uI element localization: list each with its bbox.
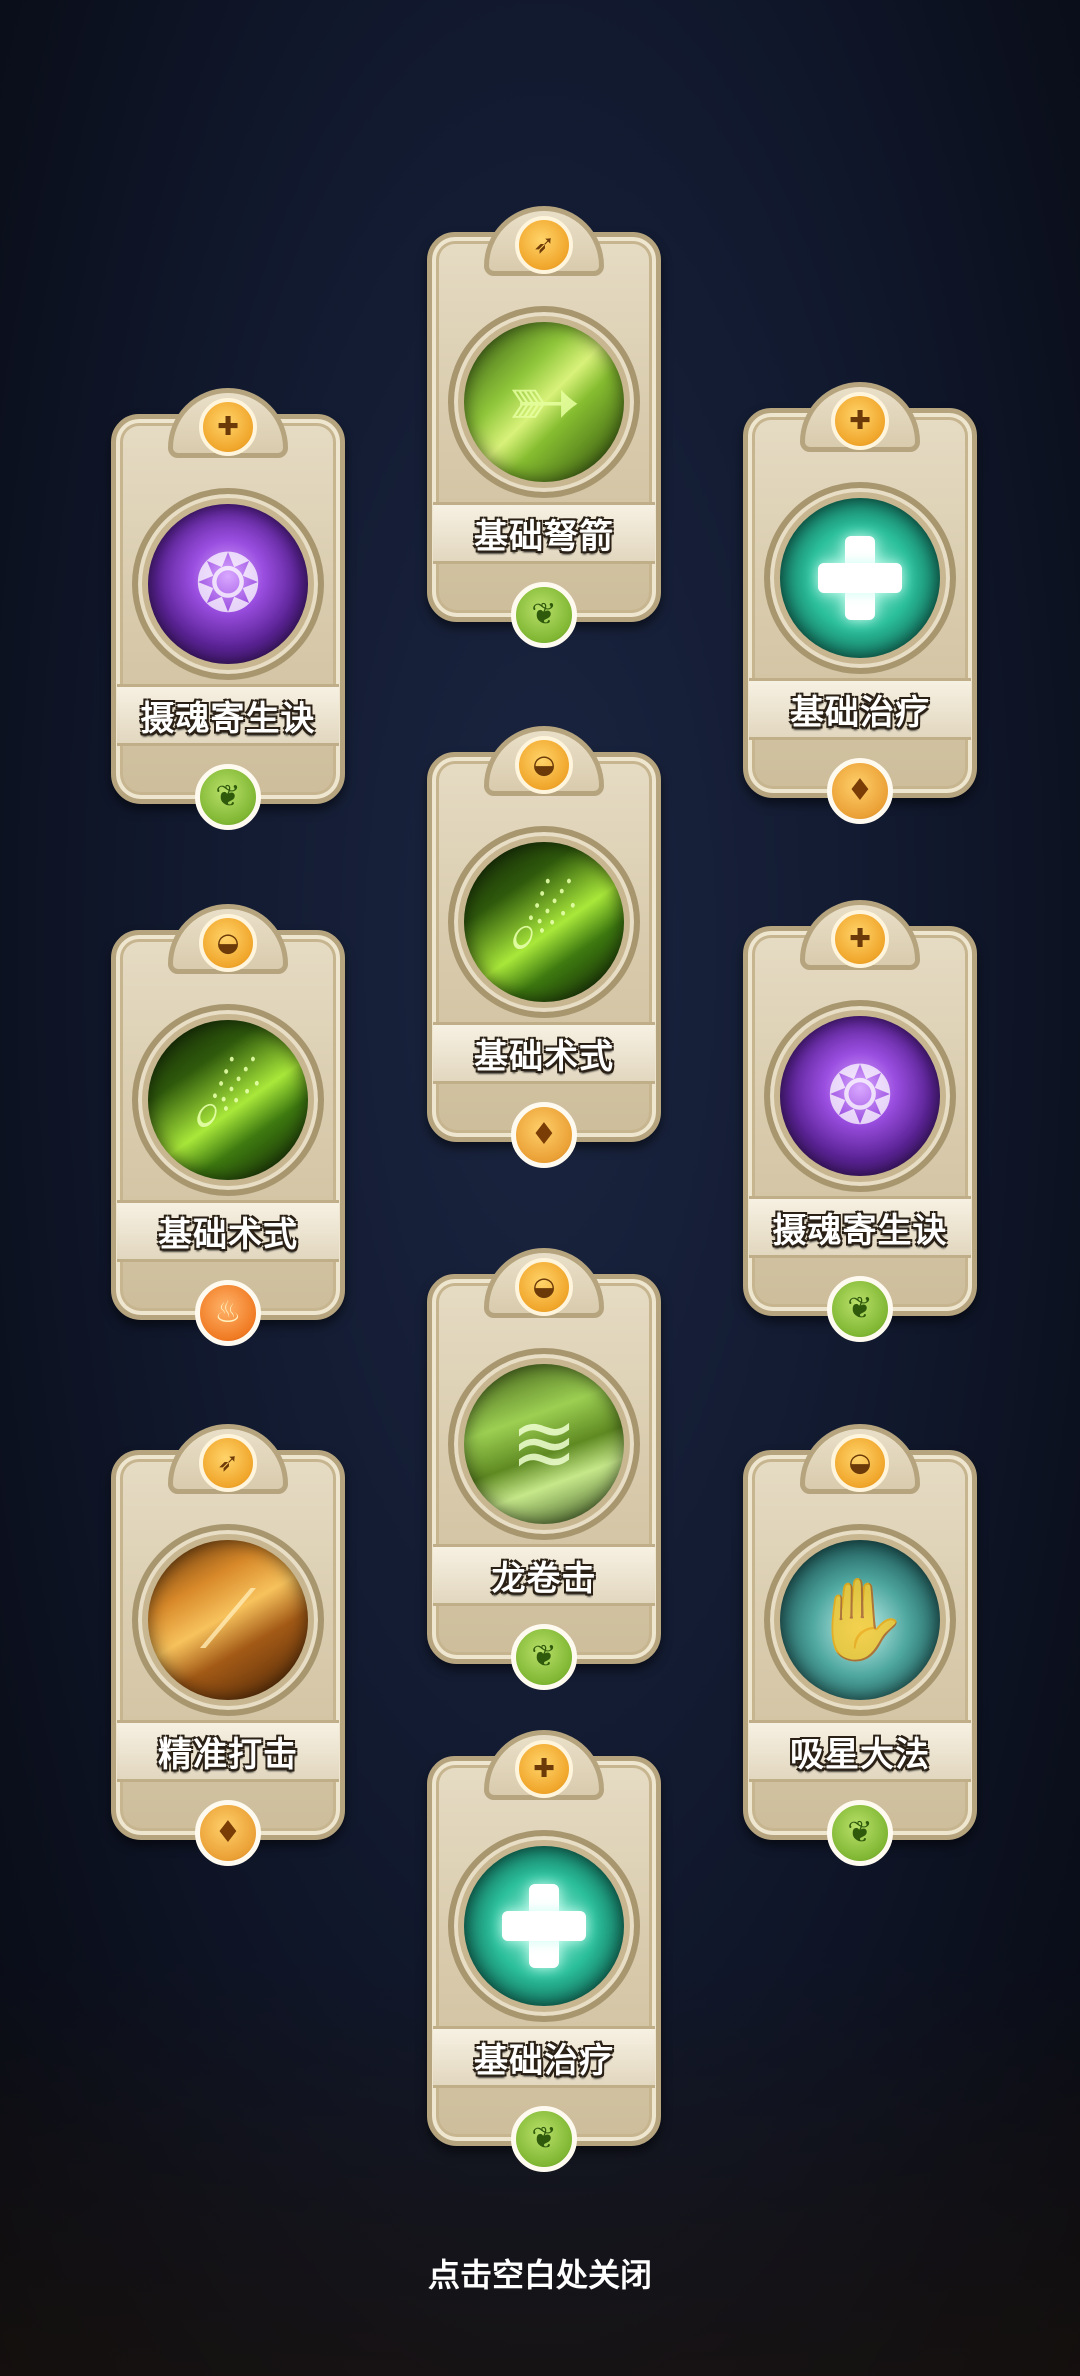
skill-portrait: ☄ — [148, 1020, 308, 1180]
heart-plus-icon: ✚ — [831, 910, 889, 968]
skill-card[interactable]: ✚ 基础治疗 ♦ — [743, 382, 977, 828]
absorb-hand-icon: ✋ — [810, 1573, 910, 1666]
fire-element-icon: ♨ — [195, 1280, 261, 1346]
close-hint-text[interactable]: 点击空白处关闭 — [0, 2250, 1080, 2296]
skill-name: 基础治疗 — [790, 692, 930, 733]
comet-icon: ☄ — [508, 875, 580, 968]
name-ribbon: 精准打击 — [117, 1720, 339, 1782]
soul-wisp-icon: ❂ — [194, 537, 262, 630]
skill-card[interactable]: ◒ ☄ 基础术式 ♨ — [111, 904, 345, 1350]
name-ribbon: 基础治疗 — [433, 2026, 655, 2088]
leaf-element-icon: ❦ — [827, 1800, 893, 1866]
comet-icon: ☄ — [192, 1053, 264, 1146]
name-ribbon: 基础术式 — [433, 1022, 655, 1084]
name-ribbon: 基础弩箭 — [433, 502, 655, 564]
skill-portrait: ❂ — [780, 1016, 940, 1176]
skill-card[interactable]: ✚ 基础治疗 ❦ — [427, 1730, 661, 2176]
skill-portrait — [464, 1846, 624, 2006]
name-ribbon: 基础术式 — [117, 1200, 339, 1262]
heal-cross-icon — [498, 1880, 590, 1972]
leaf-element-icon: ❦ — [511, 1624, 577, 1690]
skill-portrait: ✋ — [780, 1540, 940, 1700]
crossbow-icon: ➶ — [199, 1434, 257, 1492]
heart-plus-icon: ✚ — [831, 392, 889, 450]
skill-card[interactable]: ✚ ❂ 摄魂寄生诀 ❦ — [743, 900, 977, 1346]
skill-card[interactable]: ✚ ❂ 摄魂寄生诀 ❦ — [111, 388, 345, 834]
crossbow-icon: ➶ — [515, 216, 573, 274]
earth-element-icon: ♦ — [511, 1102, 577, 1168]
heal-cross-icon — [814, 532, 906, 624]
name-ribbon: 龙卷击 — [433, 1544, 655, 1606]
earth-element-icon: ♦ — [827, 758, 893, 824]
mortar-icon: ◒ — [199, 914, 257, 972]
skill-card[interactable]: ◒ ✋ 吸星大法 ❦ — [743, 1424, 977, 1870]
skill-name: 摄魂寄生诀 — [140, 698, 316, 739]
name-ribbon: 摄魂寄生诀 — [749, 1196, 971, 1258]
skill-portrait: ❂ — [148, 504, 308, 664]
leaf-element-icon: ❦ — [511, 582, 577, 648]
name-ribbon: 吸星大法 — [749, 1720, 971, 1782]
leaf-element-icon: ❦ — [195, 764, 261, 830]
skill-name: 基础术式 — [474, 1036, 614, 1077]
mortar-icon: ◒ — [515, 736, 573, 794]
skill-portrait: ≋ — [464, 1364, 624, 1524]
skill-portrait: ⟋ — [148, 1540, 308, 1700]
skill-name: 基础弩箭 — [474, 516, 614, 557]
skill-name: 摄魂寄生诀 — [772, 1210, 948, 1251]
skill-portrait — [780, 498, 940, 658]
leaf-element-icon: ❦ — [511, 2106, 577, 2172]
skill-card[interactable]: ➶ ➳ 基础弩箭 ❦ — [427, 206, 661, 652]
skill-card[interactable]: ◒ ≋ 龙卷击 ❦ — [427, 1248, 661, 1694]
skill-name: 龙卷击 — [491, 1558, 597, 1599]
mortar-icon: ◒ — [831, 1434, 889, 1492]
heart-plus-icon: ✚ — [199, 398, 257, 456]
strike-slash-icon: ⟋ — [200, 1573, 256, 1666]
skill-name: 精准打击 — [158, 1734, 298, 1775]
skill-portrait: ➳ — [464, 322, 624, 482]
leaf-element-icon: ❦ — [827, 1276, 893, 1342]
name-ribbon: 摄魂寄生诀 — [117, 684, 339, 746]
skill-card[interactable]: ◒ ☄ 基础术式 ♦ — [427, 726, 661, 1172]
skill-portrait: ☄ — [464, 842, 624, 1002]
tornado-icon: ≋ — [510, 1397, 578, 1490]
skill-name: 基础术式 — [158, 1214, 298, 1255]
skill-card[interactable]: ➶ ⟋ 精准打击 ♦ — [111, 1424, 345, 1870]
heart-plus-icon: ✚ — [515, 1740, 573, 1798]
name-ribbon: 基础治疗 — [749, 678, 971, 740]
skill-name: 吸星大法 — [790, 1734, 930, 1775]
arrow-volley-icon: ➳ — [506, 349, 582, 454]
skill-name: 基础治疗 — [474, 2040, 614, 2081]
earth-element-icon: ♦ — [195, 1800, 261, 1866]
soul-wisp-icon: ❂ — [826, 1049, 894, 1142]
mortar-icon: ◒ — [515, 1258, 573, 1316]
